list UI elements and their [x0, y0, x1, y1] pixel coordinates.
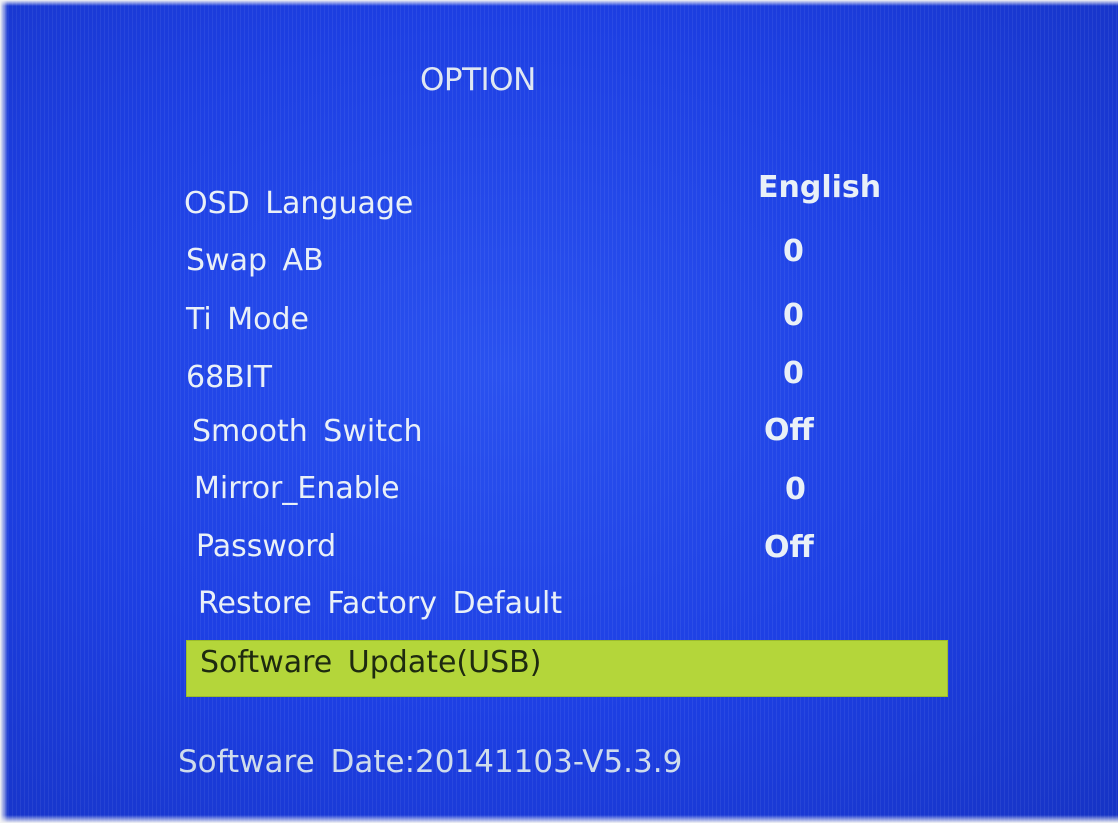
menu-item-software-update-usb[interactable]: Software Update(USB) [200, 645, 541, 680]
menu-value-smooth-switch: Off [764, 413, 814, 448]
menu-item-password[interactable]: Password [196, 529, 336, 564]
menu-value-osd-language: English [758, 170, 882, 205]
menu-item-swap-ab[interactable]: Swap AB [186, 243, 324, 278]
menu-item-ti-mode[interactable]: Ti Mode [186, 302, 309, 337]
screen-bezel-left [0, 0, 8, 823]
menu-item-68bit[interactable]: 68BIT [186, 360, 272, 395]
menu-value-68bit: 0 [783, 356, 804, 391]
menu-value-password: Off [764, 530, 814, 565]
menu-item-restore-factory-default[interactable]: Restore Factory Default [198, 586, 562, 621]
software-date-text: Software Date:20141103-V5.3.9 [178, 744, 683, 780]
screen-bezel-top [0, 0, 1118, 6]
menu-item-smooth-switch[interactable]: Smooth Switch [192, 414, 422, 449]
screen-bezel-bottom [0, 815, 1118, 823]
menu-title: OPTION [420, 62, 536, 98]
menu-item-mirror-enable[interactable]: Mirror_Enable [194, 471, 400, 506]
osd-screen: OPTION OSD Language English Swap AB 0 Ti… [0, 0, 1118, 823]
menu-value-mirror-enable: 0 [785, 472, 806, 507]
menu-item-osd-language[interactable]: OSD Language [184, 186, 413, 221]
menu-value-ti-mode: 0 [783, 298, 804, 333]
menu-value-swap-ab: 0 [783, 234, 804, 269]
